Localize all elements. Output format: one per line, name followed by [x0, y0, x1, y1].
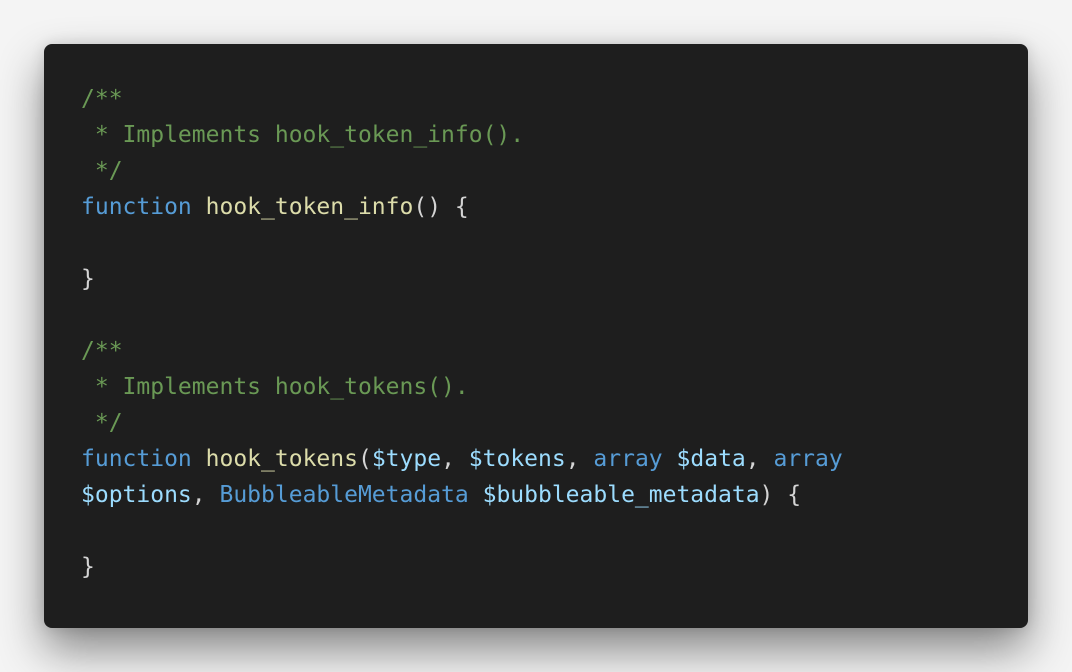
code-token-punct	[192, 446, 206, 472]
code-token-comment: */	[81, 158, 123, 184]
code-token-punct: ,	[191, 482, 220, 508]
code-token-keyword: function	[81, 446, 192, 472]
code-token-punct: }	[81, 554, 95, 580]
code-line: */	[81, 405, 843, 441]
code-token-var: $options	[81, 482, 192, 508]
code-token-fn: hook_tokens	[205, 446, 358, 472]
code-line: */	[81, 153, 843, 189]
code-token-punct	[663, 446, 677, 472]
code-token-comment: * Implements hook_tokens().	[81, 374, 469, 400]
code-token-type: BubbleableMetadata	[219, 482, 469, 508]
code-token-keyword: function	[81, 194, 192, 220]
code-token-punct: }	[81, 266, 95, 292]
code-token-punct	[192, 194, 206, 220]
code-token-var: $tokens	[468, 446, 566, 472]
code-token-punct: () {	[413, 194, 469, 220]
code-line: * Implements hook_tokens().	[81, 369, 843, 405]
code-token-punct: ,	[441, 446, 469, 472]
code-token-fn: hook_token_info	[205, 194, 414, 220]
code-line: /**	[81, 81, 843, 117]
code-token-var: $type	[371, 446, 442, 472]
code-line: function hook_token_info() {	[81, 189, 843, 225]
code-line: /**	[81, 333, 843, 369]
code-token-type: array	[593, 446, 663, 472]
code-token-punct: (	[357, 446, 372, 472]
code-line: $options, BubbleableMetadata $bubbleable…	[81, 477, 843, 513]
code-token-punct: ) {	[759, 482, 802, 508]
code-token-comment: /**	[81, 338, 123, 364]
code-line: }	[81, 549, 843, 585]
code-line: function hook_tokens($type, $tokens, arr…	[81, 441, 843, 477]
code-line: * Implements hook_token_info().	[81, 117, 843, 153]
code-token-punct: ,	[745, 446, 774, 472]
code-token-punct: ,	[565, 446, 594, 472]
code-snippet-window: /** * Implements hook_token_info(). */ fu…	[44, 44, 1028, 628]
code-token-var: $data	[676, 446, 746, 472]
code-token-var: $bubbleable_metadata	[482, 482, 760, 508]
code-block: /** * Implements hook_token_info(). */ fu…	[81, 81, 843, 585]
code-token-punct	[469, 482, 483, 508]
code-token-comment: */	[81, 410, 123, 436]
code-line: }	[81, 261, 843, 297]
code-token-comment: /**	[81, 86, 123, 112]
code-token-comment: * Implements hook_token_info().	[81, 122, 525, 148]
code-token-type: array	[773, 446, 843, 472]
